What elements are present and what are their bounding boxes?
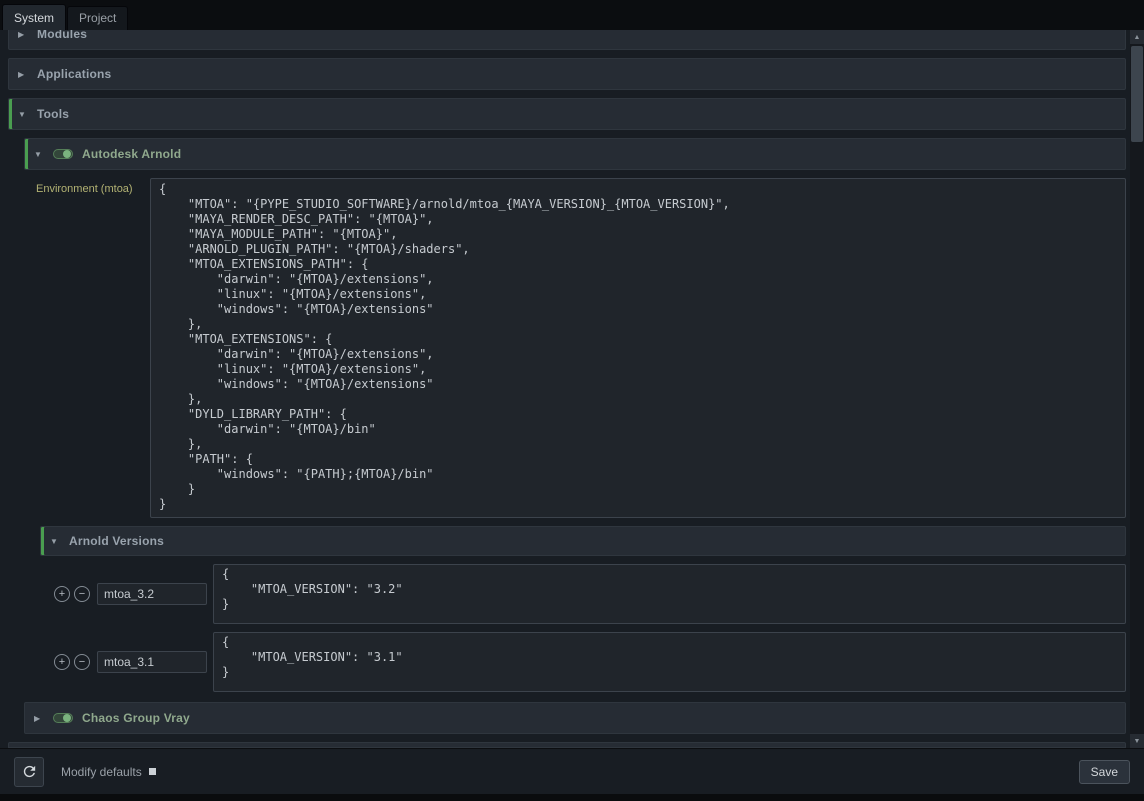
chevron-down-icon: ▼ [18, 110, 28, 119]
group-header-chaos-vray[interactable]: ▶ Chaos Group Vray [24, 702, 1126, 734]
environment-label: Environment (mtoa) [36, 178, 144, 195]
chevron-right-icon: ▶ [18, 30, 28, 39]
scrollbar-track[interactable] [1130, 44, 1144, 734]
group-autodesk-arnold-body: Environment (mtoa) { "MTOA": "{PYPE_STUD… [24, 178, 1126, 734]
environment-editor[interactable]: { "MTOA": "{PYPE_STUDIO_SOFTWARE}/arnold… [150, 178, 1126, 518]
tab-system[interactable]: System [2, 4, 66, 30]
chevron-down-icon: ▼ [50, 537, 60, 546]
toggle-knob [63, 150, 71, 158]
tab-project[interactable]: Project [67, 6, 128, 30]
settings-main: ▶ Modules ▶ Applications ▼ Tools ▼ [0, 30, 1144, 748]
section-title-modules: Modules [37, 30, 87, 41]
version-name-input[interactable] [97, 583, 207, 605]
arnold-versions-body: + − { "MTOA_VERSION": "3.2" } + − [40, 564, 1126, 692]
arnold-enabled-toggle[interactable] [53, 149, 73, 159]
scrollbar-thumb[interactable] [1131, 46, 1143, 142]
section-title-applications: Applications [37, 67, 111, 81]
modify-defaults-checkbox[interactable] [149, 768, 156, 775]
settings-window: System Project ▶ Modules ▶ Applications … [0, 0, 1144, 801]
section-header-modules[interactable]: ▶ Modules [8, 30, 1126, 50]
scroll-up-button[interactable]: ▲ [1130, 30, 1144, 44]
version-row: + − { "MTOA_VERSION": "3.1" } [54, 632, 1126, 692]
chevron-right-icon: ▶ [18, 70, 28, 79]
refresh-button[interactable] [14, 757, 44, 787]
group-autodesk-arnold: ▼ Autodesk Arnold Environment (mtoa) { "… [24, 138, 1126, 734]
scroll-down-button[interactable]: ▼ [1130, 734, 1144, 748]
vertical-scrollbar[interactable]: ▲ ▼ [1130, 30, 1144, 748]
down-arrow-icon: ▼ [1134, 738, 1141, 745]
group-title-autodesk-arnold: Autodesk Arnold [82, 147, 181, 161]
environment-field-row: Environment (mtoa) { "MTOA": "{PYPE_STUD… [36, 178, 1126, 518]
version-environment-editor[interactable]: { "MTOA_VERSION": "3.2" } [213, 564, 1126, 624]
remove-version-button[interactable]: − [74, 654, 90, 670]
vray-enabled-toggle[interactable] [53, 713, 73, 723]
group-arnold-versions: ▼ Arnold Versions + − { "MTOA_VERSION": … [40, 526, 1126, 692]
section-header-applications[interactable]: ▶ Applications [8, 58, 1126, 90]
section-header-tools[interactable]: ▼ Tools [8, 98, 1126, 130]
modify-defaults-label[interactable]: Modify defaults [61, 765, 142, 779]
chevron-right-icon: ▶ [34, 714, 44, 723]
up-arrow-icon: ▲ [1134, 34, 1141, 41]
window-bottom-edge [0, 794, 1144, 801]
group-header-autodesk-arnold[interactable]: ▼ Autodesk Arnold [24, 138, 1126, 170]
remove-version-button[interactable]: − [74, 586, 90, 602]
section-tools-body: ▼ Autodesk Arnold Environment (mtoa) { "… [8, 138, 1126, 734]
section-title-tools: Tools [37, 107, 69, 121]
chevron-down-icon: ▼ [34, 150, 44, 159]
tab-bar: System Project [0, 0, 1144, 30]
settings-scroll-area: ▶ Modules ▶ Applications ▼ Tools ▼ [0, 30, 1130, 748]
version-name-input[interactable] [97, 651, 207, 673]
refresh-icon [21, 763, 38, 780]
section-tools: ▼ Tools ▼ Autodesk Arnold [8, 98, 1126, 734]
add-version-button[interactable]: + [54, 586, 70, 602]
footer-bar: Modify defaults Save [0, 748, 1144, 794]
group-header-arnold-versions[interactable]: ▼ Arnold Versions [40, 526, 1126, 556]
save-button[interactable]: Save [1079, 760, 1130, 784]
group-chaos-vray: ▶ Chaos Group Vray [24, 702, 1126, 734]
add-version-button[interactable]: + [54, 654, 70, 670]
group-title-arnold-versions: Arnold Versions [69, 534, 164, 548]
group-title-chaos-vray: Chaos Group Vray [82, 711, 190, 725]
version-row: + − { "MTOA_VERSION": "3.2" } [54, 564, 1126, 624]
toggle-knob [63, 714, 71, 722]
version-environment-editor[interactable]: { "MTOA_VERSION": "3.1" } [213, 632, 1126, 692]
